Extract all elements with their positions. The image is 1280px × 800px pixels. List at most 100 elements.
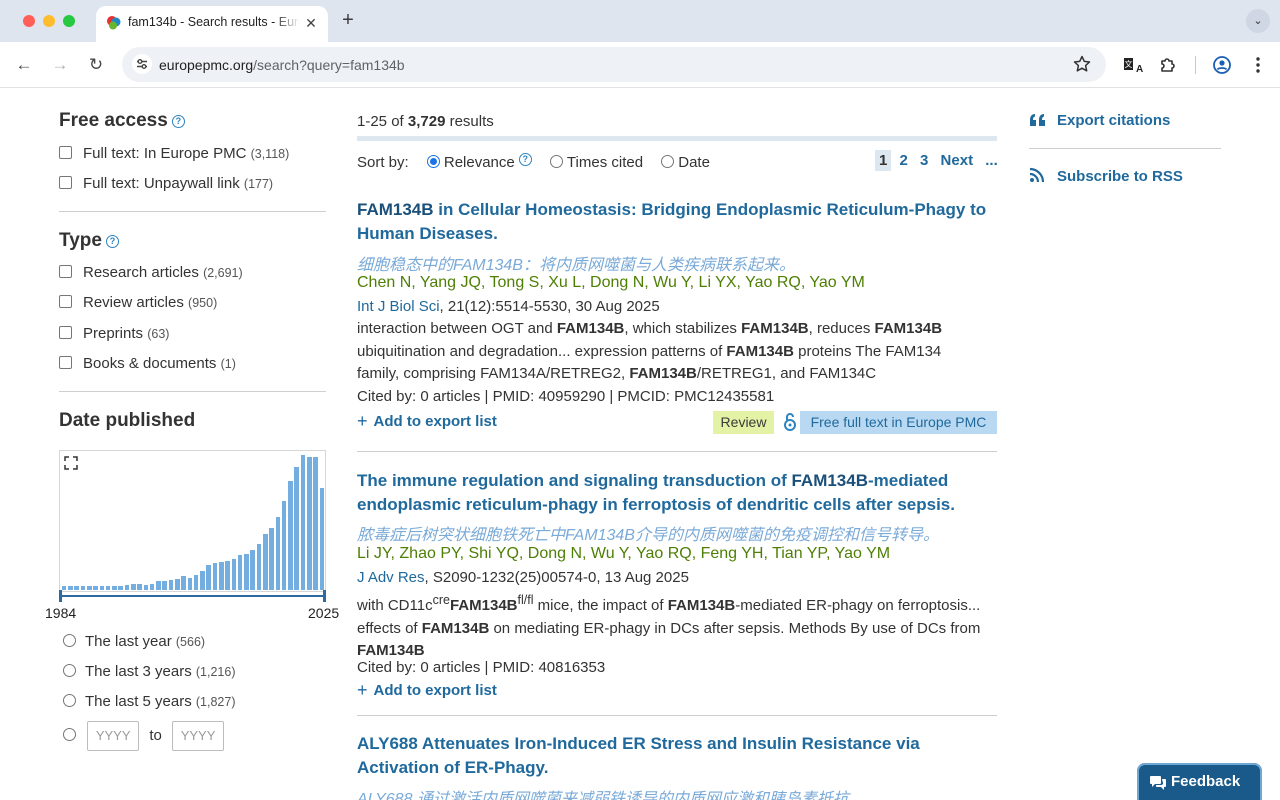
result-cited: Cited by: 0 articles | PMID: 40959290 | … bbox=[357, 388, 775, 405]
filter-label: The last 5 years bbox=[85, 693, 192, 710]
back-icon[interactable]: ← bbox=[12, 53, 36, 77]
forward-icon[interactable]: → bbox=[48, 53, 72, 77]
result-title[interactable]: ALY688 Attenuates Iron-Induced ER Stress… bbox=[357, 732, 997, 780]
filter-last-year[interactable]: The last year (566) bbox=[63, 633, 205, 650]
tab-search-button[interactable]: ⌄ bbox=[1246, 9, 1270, 33]
sort-relevance[interactable]: Relevance? bbox=[426, 153, 532, 171]
minimize-window-button[interactable] bbox=[43, 15, 55, 27]
url-text[interactable]: europepmc.org/search?query=fam134b bbox=[159, 57, 405, 73]
checkbox[interactable] bbox=[59, 265, 72, 278]
to-label: to bbox=[149, 726, 162, 744]
histogram-bar bbox=[313, 457, 318, 590]
reload-icon[interactable]: ↻ bbox=[84, 53, 108, 77]
new-tab-button[interactable]: + bbox=[338, 9, 358, 31]
help-icon[interactable]: ? bbox=[171, 115, 185, 128]
page-1[interactable]: 1 bbox=[875, 150, 892, 171]
puzzle-icon[interactable] bbox=[1156, 53, 1180, 77]
site-info-icon[interactable] bbox=[132, 54, 152, 74]
free-fulltext-link[interactable]: Free full text in Europe PMC bbox=[800, 411, 997, 434]
radio[interactable] bbox=[661, 155, 675, 168]
checkbox[interactable] bbox=[59, 295, 72, 308]
radio[interactable] bbox=[63, 727, 76, 741]
rss-icon bbox=[1029, 167, 1045, 183]
add-to-export-button[interactable]: + Add to export list bbox=[357, 411, 497, 432]
sort-date[interactable]: Date bbox=[661, 154, 710, 171]
histogram-bar bbox=[112, 585, 117, 590]
filter-label: Research articles bbox=[83, 264, 199, 281]
page-next[interactable]: Next bbox=[937, 150, 978, 171]
histogram-bar bbox=[307, 457, 312, 590]
feedback-button[interactable]: Feedback bbox=[1137, 763, 1262, 800]
radio[interactable] bbox=[549, 155, 563, 168]
maximize-window-button[interactable] bbox=[63, 15, 75, 27]
histogram-bar bbox=[162, 581, 167, 590]
active-tab[interactable]: fam134b - Search results - Europe PMC ✕ bbox=[96, 6, 328, 42]
pagination: 1 2 3 Next ... bbox=[875, 150, 1002, 171]
result-title[interactable]: The immune regulation and signaling tran… bbox=[357, 469, 997, 517]
result-citation: J Adv Res, S2090-1232(25)00574-0, 13 Aug… bbox=[357, 569, 689, 586]
filter-count: (1) bbox=[220, 357, 236, 371]
address-bar[interactable]: europepmc.org/search?query=fam134b bbox=[122, 47, 1106, 82]
translate-icon[interactable]: 文 A bbox=[1120, 53, 1144, 77]
toolbar-divider bbox=[1195, 56, 1196, 74]
filter-preprints[interactable]: Preprints (63) bbox=[59, 325, 169, 342]
slider-handle-end[interactable] bbox=[323, 590, 326, 602]
publication-histogram[interactable] bbox=[59, 450, 326, 592]
radio-selected[interactable] bbox=[426, 155, 440, 168]
result-authors[interactable]: Chen N, Yang JQ, Tong S, Xu L, Dong N, W… bbox=[357, 274, 865, 292]
end-year-label: 2025 bbox=[308, 605, 340, 621]
histogram-bar bbox=[61, 585, 67, 590]
profile-icon[interactable] bbox=[1210, 53, 1234, 77]
help-icon[interactable]: ? bbox=[518, 153, 532, 166]
filter-fulltext-unpaywall[interactable]: Full text: Unpaywall link (177) bbox=[59, 175, 273, 192]
filter-review-articles[interactable]: Review articles (950) bbox=[59, 294, 217, 311]
checkbox[interactable] bbox=[59, 146, 72, 159]
histogram-bar bbox=[143, 584, 149, 590]
close-tab-icon[interactable]: ✕ bbox=[302, 14, 320, 32]
export-citations-link[interactable]: Export citations bbox=[1029, 112, 1170, 129]
filter-label: The last 3 years bbox=[85, 663, 192, 680]
histogram-bar bbox=[187, 578, 193, 590]
filter-custom-range[interactable]: YYYY to YYYY bbox=[63, 721, 225, 751]
histogram-bar bbox=[193, 575, 199, 590]
from-year-input[interactable]: YYYY bbox=[87, 721, 140, 751]
result-title[interactable]: FAM134B in Cellular Homeostasis: Bridgin… bbox=[357, 198, 997, 246]
page-3[interactable]: 3 bbox=[916, 150, 932, 171]
star-icon[interactable] bbox=[1072, 54, 1092, 74]
year-range-slider[interactable] bbox=[59, 595, 326, 597]
filter-label: Full text: In Europe PMC bbox=[83, 145, 247, 162]
radio[interactable] bbox=[63, 694, 76, 707]
add-to-export-button[interactable]: + Add to export list bbox=[357, 680, 497, 701]
filter-fulltext-europepmc[interactable]: Full text: In Europe PMC (3,118) bbox=[59, 145, 289, 162]
checkbox[interactable] bbox=[59, 326, 72, 339]
radio[interactable] bbox=[63, 634, 76, 647]
to-year-input[interactable]: YYYY bbox=[172, 721, 225, 751]
slider-handle-start[interactable] bbox=[59, 590, 62, 602]
radio[interactable] bbox=[63, 664, 76, 677]
filter-books-documents[interactable]: Books & documents (1) bbox=[59, 355, 236, 372]
side-divider bbox=[1029, 148, 1221, 149]
subscribe-rss-link[interactable]: Subscribe to RSS bbox=[1029, 167, 1183, 185]
citation-details: , 21(12):5514-5530, 30 Aug 2025 bbox=[439, 298, 660, 315]
journal-link[interactable]: Int J Biol Sci bbox=[357, 298, 440, 315]
filter-last-5-years[interactable]: The last 5 years (1,827) bbox=[63, 693, 236, 710]
sort-times-cited[interactable]: Times cited bbox=[549, 154, 643, 171]
help-icon[interactable]: ? bbox=[105, 235, 119, 248]
close-window-button[interactable] bbox=[23, 15, 35, 27]
checkbox[interactable] bbox=[59, 176, 72, 189]
journal-link[interactable]: J Adv Res bbox=[357, 569, 425, 586]
histogram-bar bbox=[281, 501, 287, 590]
kebab-icon[interactable] bbox=[1246, 53, 1270, 77]
histogram-bar bbox=[200, 570, 205, 590]
results-bar bbox=[357, 136, 997, 141]
page-more[interactable]: ... bbox=[981, 150, 1002, 171]
filter-last-3-years[interactable]: The last 3 years (1,216) bbox=[63, 663, 236, 680]
checkbox[interactable] bbox=[59, 356, 72, 369]
free-access-heading-text: Free access bbox=[59, 110, 168, 131]
results-count: 1-25 of 3,729 results bbox=[357, 113, 494, 130]
page-2[interactable]: 2 bbox=[896, 150, 912, 171]
filter-research-articles[interactable]: Research articles (2,691) bbox=[59, 264, 243, 281]
filter-label: Review articles bbox=[83, 294, 184, 311]
sort-option-label: Relevance bbox=[443, 154, 515, 171]
result-authors[interactable]: Li JY, Zhao PY, Shi YQ, Dong N, Wu Y, Ya… bbox=[357, 545, 890, 563]
